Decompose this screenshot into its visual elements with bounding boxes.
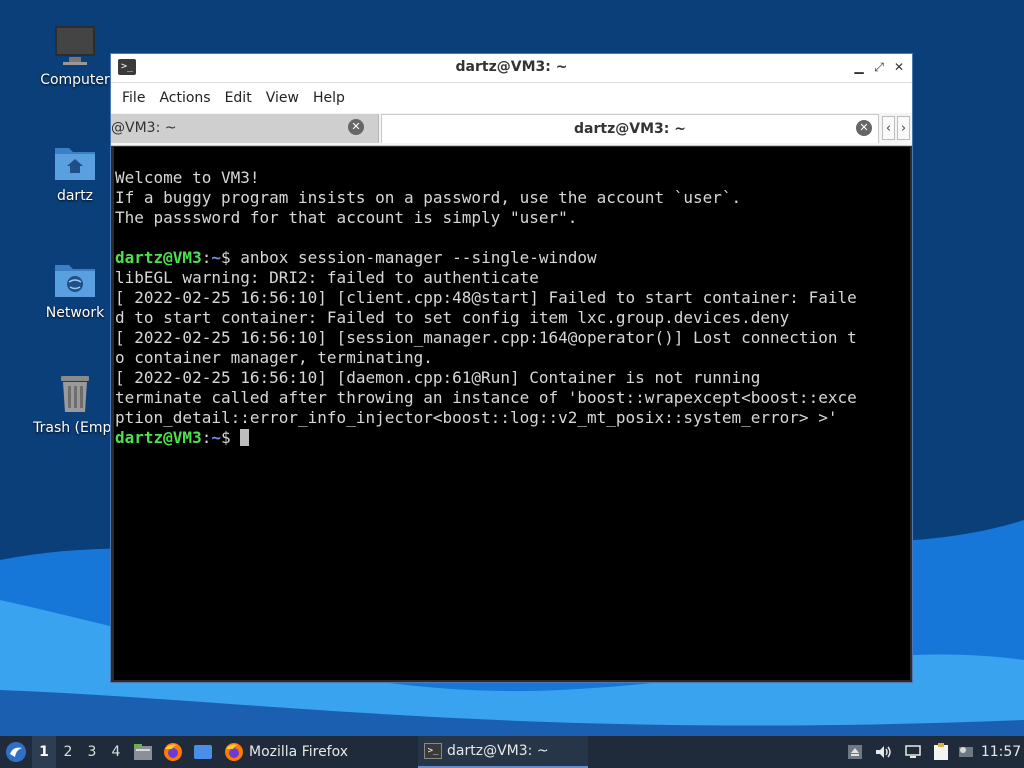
- window-titlebar[interactable]: >_ dartz@VM3: ~ ▁ ⤢ ✕: [111, 54, 912, 83]
- menu-file[interactable]: File: [115, 90, 152, 106]
- tab-label: dartz@VM3: ~: [574, 121, 686, 137]
- volume-icon: [876, 746, 891, 758]
- terminal-line: libEGL warning: DRI2: failed to authenti…: [115, 268, 539, 287]
- command-text: anbox session-manager --single-window: [240, 248, 597, 267]
- desktop-icon-label: Trash (Empt: [33, 420, 117, 436]
- show-desktop-button[interactable]: [188, 736, 218, 768]
- tray-notifications[interactable]: [954, 736, 978, 768]
- tray-clipboard[interactable]: [928, 736, 954, 768]
- task-terminal[interactable]: >_ dartz@VM3: ~: [418, 736, 589, 768]
- prompt-user: dartz@VM3: [115, 248, 202, 267]
- menu-help[interactable]: Help: [306, 90, 352, 106]
- terminal-line: The passsword for that account is simply…: [115, 208, 578, 227]
- terminal-line: terminate called after throwing an insta…: [115, 388, 857, 407]
- terminal-line: Welcome to VM3!: [115, 168, 260, 187]
- tab-inactive[interactable]: @VM3: ~ ✕: [111, 114, 379, 143]
- firefox-icon: [164, 743, 182, 761]
- terminal-line: d to start container: Failed to set conf…: [115, 308, 790, 327]
- desktop-icon-network[interactable]: Network: [27, 257, 123, 321]
- home-folder-icon: [53, 140, 97, 184]
- workspace-1[interactable]: 1: [32, 736, 56, 768]
- clock[interactable]: 11:57: [978, 736, 1024, 768]
- start-menu-button[interactable]: [0, 736, 32, 768]
- tab-close-icon[interactable]: ✕: [348, 119, 364, 135]
- desktop-icon-label: Computer: [40, 72, 110, 88]
- maximize-button[interactable]: ⤢: [872, 60, 886, 74]
- desktop-icon: [194, 745, 212, 759]
- computer-icon: [53, 24, 97, 68]
- clipboard-icon: [934, 743, 948, 760]
- command-line: dartz@VM3:~$ anbox session-manager --sin…: [115, 248, 910, 268]
- terminal-line: [ 2022-02-25 16:56:10] [client.cpp:48@st…: [115, 288, 857, 307]
- prompt-path: ~: [211, 248, 221, 267]
- tab-prev-button[interactable]: ‹: [882, 116, 895, 140]
- trash-icon: [53, 372, 97, 416]
- workspace-4[interactable]: 4: [104, 736, 128, 768]
- desktop-icon-trash[interactable]: Trash (Empt: [27, 372, 123, 436]
- tray-network[interactable]: [898, 736, 928, 768]
- tab-next-button[interactable]: ›: [897, 116, 910, 140]
- network-icon: [905, 745, 921, 758]
- window-title: dartz@VM3: ~: [455, 59, 568, 75]
- terminal-window: >_ dartz@VM3: ~ ▁ ⤢ ✕ File Actions Edit …: [110, 53, 913, 683]
- tray-volume[interactable]: [868, 736, 898, 768]
- file-manager-icon: [134, 744, 152, 760]
- desktop-icon-computer[interactable]: Computer: [27, 24, 123, 88]
- tab-bar: @VM3: ~ ✕ dartz@VM3: ~ ✕ ‹ ›: [111, 113, 912, 146]
- tab-active[interactable]: dartz@VM3: ~ ✕: [381, 114, 879, 143]
- menu-bar: File Actions Edit View Help: [111, 83, 912, 113]
- desktop-icon-label: dartz: [56, 188, 94, 204]
- desktop-icon-label: Network: [45, 305, 105, 321]
- desktop-icon-home[interactable]: dartz: [27, 140, 123, 204]
- menu-view[interactable]: View: [259, 90, 306, 106]
- tab-label: @VM3: ~: [111, 120, 177, 136]
- terminal-line: [ 2022-02-25 16:56:10] [daemon.cpp:61@Ru…: [115, 368, 761, 387]
- workspace-2[interactable]: 2: [56, 736, 80, 768]
- firefox-launcher[interactable]: [158, 736, 188, 768]
- menu-actions[interactable]: Actions: [152, 90, 217, 106]
- firefox-icon: [225, 743, 243, 761]
- terminal-output[interactable]: Welcome to VM3! If a buggy program insist…: [114, 147, 910, 680]
- eject-icon: [848, 745, 862, 759]
- terminal-line: If a buggy program insists on a password…: [115, 188, 742, 207]
- prompt-symbol: $: [220, 248, 241, 267]
- prompt-path: ~: [211, 428, 221, 447]
- tab-close-icon[interactable]: ✕: [856, 120, 872, 136]
- task-label: dartz@VM3: ~: [447, 743, 549, 759]
- task-label: Mozilla Firefox: [249, 744, 349, 760]
- display-icon: [959, 747, 973, 757]
- prompt-line: dartz@VM3:~$: [115, 428, 910, 448]
- lubuntu-logo-icon: [6, 742, 26, 762]
- file-manager-launcher[interactable]: [128, 736, 158, 768]
- network-folder-icon: [53, 257, 97, 301]
- prompt-symbol: $: [220, 428, 241, 447]
- task-firefox[interactable]: Mozilla Firefox: [218, 736, 354, 768]
- workspace-3[interactable]: 3: [80, 736, 104, 768]
- minimize-button[interactable]: ▁: [852, 60, 866, 74]
- close-button[interactable]: ✕: [892, 60, 906, 74]
- text-cursor: [240, 429, 250, 446]
- prompt-sep: :: [201, 248, 212, 267]
- terminal-icon: >_: [424, 743, 443, 759]
- terminal-line: o container manager, terminating.: [115, 348, 433, 367]
- taskbar: 1 2 3 4 Mozilla Firefox >_ dartz@VM3: ~: [0, 736, 1024, 768]
- tray-updates[interactable]: [842, 736, 868, 768]
- terminal-line: [ 2022-02-25 16:56:10] [session_manager.…: [115, 328, 857, 347]
- menu-edit[interactable]: Edit: [218, 90, 259, 106]
- prompt-sep: :: [201, 428, 212, 447]
- prompt-user: dartz@VM3: [115, 428, 202, 447]
- terminal-line: ption_detail::error_info_injector<boost:…: [115, 408, 838, 427]
